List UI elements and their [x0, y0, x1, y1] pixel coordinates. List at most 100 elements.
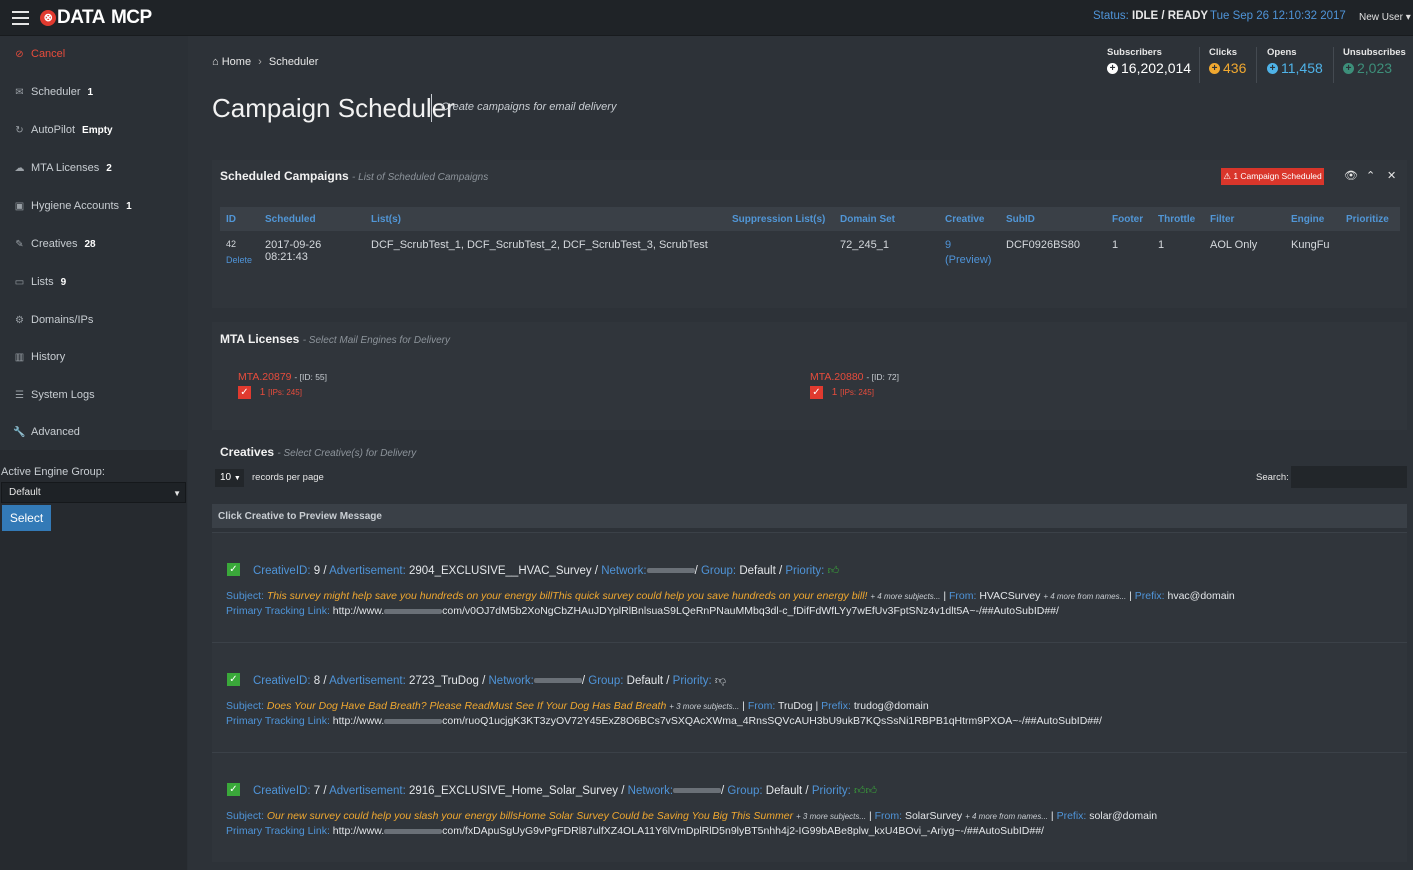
- from-name: HVACSurvey: [979, 590, 1041, 602]
- column-header[interactable]: Suppression List(s): [726, 207, 834, 231]
- from-name: TruDog: [777, 700, 813, 712]
- cell-filter: AOL Only: [1210, 239, 1258, 251]
- creative-link[interactable]: 9: [945, 239, 1000, 251]
- count-badge: 9: [60, 276, 67, 288]
- checkbox-checked-icon[interactable]: ✓: [238, 386, 251, 399]
- engine-status: Status: IDLE / READY: [1093, 10, 1208, 22]
- tracking-link-end[interactable]: com/fxDApuSgUyG9vPgFDRl87ulfXZ4OLA11Y6lV…: [442, 825, 1044, 837]
- plus-circle-icon: +: [1343, 62, 1354, 74]
- sidebar-item-cancel[interactable]: ⊘ Cancel: [0, 39, 187, 69]
- engine-group-select[interactable]: Default ▼: [1, 482, 186, 503]
- envelope-icon: ✉: [15, 86, 24, 98]
- creative-id: 8: [313, 675, 321, 687]
- sidebar-item-advanced[interactable]: 🔧 Advanced: [0, 417, 187, 447]
- engine-group-label: Active Engine Group:: [1, 466, 105, 478]
- mta-ips: [IPs: 245]: [840, 388, 874, 398]
- delete-link[interactable]: Delete: [226, 255, 259, 265]
- records-per-page-select[interactable]: 10 ▼: [215, 469, 244, 487]
- column-header[interactable]: Throttle: [1152, 207, 1204, 231]
- cell-id: 42 Delete: [220, 231, 259, 285]
- column-header[interactable]: Scheduled: [259, 207, 365, 231]
- advertisement: 2904_EXCLUSIVE__HVAC_Survey: [409, 565, 592, 577]
- tracking-link-end[interactable]: com/ruoQ1ucjgK3KT3zyOV72Y45ExZ8O6BCs7vSX…: [442, 715, 1102, 727]
- column-header[interactable]: ID: [220, 207, 259, 231]
- stat-divider: [1199, 47, 1200, 83]
- tracking-link-start[interactable]: http://www.: [333, 605, 384, 617]
- user-menu[interactable]: New User ▾: [1359, 12, 1411, 23]
- logo-mark-icon: ⊗: [40, 10, 56, 26]
- stat-value: 436: [1223, 60, 1247, 76]
- chevron-up-icon[interactable]: ⌃: [1366, 169, 1375, 182]
- field-label: Primary Tracking Link:: [226, 715, 330, 727]
- tracking-link-line: Primary Tracking Link: http://www. com/ru…: [226, 715, 1102, 727]
- records-per-page-label: records per page: [252, 472, 324, 483]
- redacted-network: [673, 788, 722, 794]
- field-label: Priority:: [672, 675, 712, 687]
- close-icon[interactable]: ✕: [1387, 169, 1396, 182]
- redacted-network: [533, 678, 582, 684]
- field-label: Group:: [588, 675, 624, 687]
- column-header[interactable]: Prioritize: [1340, 207, 1400, 231]
- mta-count: 1: [259, 387, 266, 399]
- sidebar-item-lists[interactable]: ▭ Lists 9: [0, 267, 187, 297]
- sidebar-item-hygiene-accounts[interactable]: ▣ Hygiene Accounts 1: [0, 191, 187, 221]
- campaign-id: 42: [226, 239, 237, 249]
- count-badge: 28: [84, 238, 96, 250]
- tracking-link-start[interactable]: http://www.: [333, 825, 384, 837]
- mta-count: 1: [831, 387, 838, 399]
- panel-title-text: MTA Licenses: [220, 332, 300, 346]
- tracking-link-end[interactable]: com/v0OJ7dM5b2XoNgCbZHAuJDYplRlBnlsuaS9L…: [442, 605, 1059, 617]
- sidebar-item-label: Hygiene Accounts: [31, 200, 120, 212]
- cell-prioritize: [1340, 231, 1400, 285]
- mta-license-item[interactable]: MTA.20879 - [ID: 55]: [238, 371, 327, 383]
- field-label: From:: [948, 590, 977, 602]
- creative-preview-link[interactable]: (Preview): [945, 254, 1000, 266]
- sidebar-item-system-logs[interactable]: ☰ System Logs: [0, 380, 187, 410]
- column-header[interactable]: Filter: [1204, 207, 1285, 231]
- field-label: Network:: [601, 565, 647, 577]
- eye-icon[interactable]: 👁: [1344, 169, 1358, 182]
- column-header[interactable]: Domain Set: [834, 207, 939, 231]
- hamburger-menu-icon[interactable]: [12, 11, 29, 25]
- column-header[interactable]: SubID: [1000, 207, 1106, 231]
- cell-domain-set: 72_245_1: [840, 239, 889, 251]
- cloud-icon: ☁: [14, 162, 25, 174]
- redacted-network: [646, 568, 695, 574]
- column-header[interactable]: Creative: [939, 207, 1000, 231]
- breadcrumb-home[interactable]: Home: [222, 56, 251, 68]
- column-header[interactable]: Engine: [1285, 207, 1340, 231]
- creative-item[interactable]: ✓ CreativeID: 8 / Advertisement: 2723_Tr…: [212, 642, 1407, 752]
- sidebar-item-mta-licenses[interactable]: ☁ MTA Licenses 2: [0, 153, 187, 183]
- status-value: IDLE / READY: [1132, 10, 1209, 22]
- creative-item[interactable]: ✓ CreativeID: 9 / Advertisement: 2904_EX…: [212, 532, 1407, 642]
- advertisement: 2723_TruDog: [409, 675, 479, 687]
- field-label: Advertisement:: [329, 785, 406, 797]
- checkbox-checked-icon[interactable]: ✓: [227, 783, 240, 796]
- sidebar-item-autopilot[interactable]: ↻ AutoPilot Empty: [0, 115, 187, 145]
- sidebar-item-history[interactable]: ▥ History: [0, 342, 187, 372]
- column-header[interactable]: List(s): [365, 207, 726, 231]
- sidebar-item-creatives[interactable]: ✎ Creatives 28: [0, 229, 187, 259]
- field-label: CreativeID:: [253, 675, 311, 687]
- app-logo[interactable]: ⊗ DATA MCP: [40, 7, 152, 29]
- thumbs-up-icon: 👍︎: [827, 565, 840, 577]
- cell-engine: KungFu: [1291, 239, 1330, 251]
- creative-id: 7: [313, 785, 321, 797]
- creative-item[interactable]: ✓ CreativeID: 7 / Advertisement: 2916_EX…: [212, 752, 1407, 862]
- sidebar-item-scheduler[interactable]: ✉ Scheduler 1: [0, 77, 187, 107]
- creative-header-line: CreativeID: 7 / Advertisement: 2916_EXCL…: [253, 785, 877, 797]
- sidebar-item-label: History: [31, 351, 66, 363]
- search-input[interactable]: [1291, 466, 1407, 488]
- column-header[interactable]: Footer: [1106, 207, 1152, 231]
- edit-icon: ✎: [15, 238, 24, 250]
- tracking-link-start[interactable]: http://www.: [333, 715, 384, 727]
- checkbox-checked-icon[interactable]: ✓: [227, 673, 240, 686]
- sidebar-item-domains-ips[interactable]: ⚙ Domains/IPs: [0, 305, 187, 335]
- mta-license-item[interactable]: MTA.20880 - [ID: 72]: [810, 371, 899, 383]
- select-engine-button[interactable]: Select: [2, 505, 51, 531]
- count-badge: 1: [87, 86, 94, 98]
- thumbs-down-icon: 👎︎: [714, 675, 727, 687]
- refresh-icon: ↻: [15, 124, 24, 136]
- checkbox-checked-icon[interactable]: ✓: [810, 386, 823, 399]
- checkbox-checked-icon[interactable]: ✓: [227, 563, 240, 576]
